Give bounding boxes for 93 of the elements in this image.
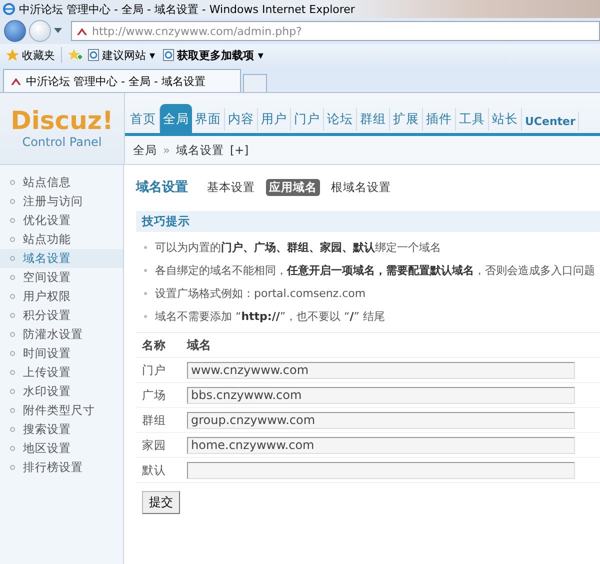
bullet-icon xyxy=(10,180,15,185)
row-label: 门户 xyxy=(142,362,167,378)
browser-tab[interactable]: 中沂论坛 管理中心 - 全局 - 域名设置 xyxy=(3,69,241,92)
sidebar-item[interactable]: 上传设置 xyxy=(0,363,123,382)
add-favorite-icon[interactable] xyxy=(68,48,82,62)
site-logo-icon xyxy=(10,76,22,86)
tip-text: 各自绑定的域名不能相同，任意开启一项域名，需要配置默认域名，否则会造成多入口问题 xyxy=(155,263,595,278)
address-field[interactable]: http://www.cnzywww.com/admin.php? xyxy=(71,21,600,41)
nav-tab[interactable]: UCenter xyxy=(522,112,580,131)
bullet-icon xyxy=(10,199,15,204)
favorites-link[interactable]: 获取更多加载项 ▾ xyxy=(163,48,264,62)
bullet-icon xyxy=(144,269,147,272)
window-title: 中沂论坛 管理中心 - 全局 - 域名设置 - Windows Internet Explorer xyxy=(19,2,355,16)
favorites-button[interactable]: 收藏夹 xyxy=(6,48,55,62)
nav-tab[interactable]: 插件 xyxy=(423,108,456,131)
browser-logo-icon xyxy=(3,3,15,15)
back-button[interactable] xyxy=(4,20,26,42)
sidebar-item[interactable]: 附件类型尺寸 xyxy=(0,401,123,420)
new-tab-button[interactable] xyxy=(243,74,267,92)
nav-tab[interactable]: 站长 xyxy=(489,108,522,131)
bullet-icon xyxy=(10,465,15,470)
sub-tab[interactable]: 根域名设置 xyxy=(328,178,394,196)
sidebar-item[interactable]: 搜索设置 xyxy=(0,420,123,439)
submit-button[interactable]: 提交 xyxy=(142,491,180,514)
bullet-icon xyxy=(10,313,15,318)
bullet-icon xyxy=(10,332,15,337)
nav-tab[interactable]: 扩展 xyxy=(390,108,423,131)
breadcrumb-link[interactable]: 域名设置 xyxy=(176,142,224,158)
bullet-icon xyxy=(10,427,15,432)
sub-tab[interactable]: 应用域名 xyxy=(266,178,320,196)
domain-field[interactable]: home.cnzywww.com xyxy=(187,436,575,454)
sidebar-item[interactable]: 优化设置 xyxy=(0,211,123,230)
sidebar-item[interactable]: 域名设置 xyxy=(0,249,123,268)
sidebar-item[interactable]: 水印设置 xyxy=(0,382,123,401)
page-icon xyxy=(88,49,99,61)
page-icon xyxy=(163,49,174,61)
nav-tab[interactable]: 门户 xyxy=(291,108,324,131)
nav-tab[interactable]: 论坛 xyxy=(324,108,357,131)
bullet-icon xyxy=(10,237,15,242)
add-shortcut-link[interactable]: [+] xyxy=(230,143,249,157)
sidebar-item[interactable]: 地区设置 xyxy=(0,439,123,458)
sidebar-item[interactable]: 站点功能 xyxy=(0,230,123,249)
sidebar-item[interactable]: 注册与访问 xyxy=(0,192,123,211)
nav-tab[interactable]: 内容 xyxy=(225,108,258,131)
favorites-link[interactable]: 建议网站 ▾ xyxy=(88,48,156,62)
dropdown-caret-icon[interactable] xyxy=(54,28,62,34)
column-header: 域名 xyxy=(187,336,211,354)
domain-field[interactable]: group.cnzywww.com xyxy=(187,412,575,428)
bullet-icon xyxy=(10,389,15,394)
tip-text: 设置广场格式例如：portal.comsenz.com xyxy=(155,286,366,301)
nav-tab[interactable]: 群组 xyxy=(357,108,390,131)
bullet-icon xyxy=(10,408,15,413)
star-icon xyxy=(6,48,19,62)
bullet-icon xyxy=(10,446,15,451)
sidebar-item[interactable]: 排行榜设置 xyxy=(0,458,123,477)
nav-tab[interactable]: 全局 xyxy=(160,104,192,133)
bullet-icon xyxy=(10,275,15,280)
sidebar-item[interactable]: 站点信息 xyxy=(0,173,123,192)
domain-field[interactable] xyxy=(187,462,575,478)
logo-subtitle: Control Panel xyxy=(22,135,102,149)
tip-text: 域名不需要添加 “http://”，也不要以 “/” 结尾 xyxy=(155,309,385,324)
nav-tab[interactable]: 界面 xyxy=(192,108,225,131)
bullet-icon xyxy=(144,315,147,318)
bullet-icon xyxy=(10,218,15,223)
sidebar-item[interactable]: 时间设置 xyxy=(0,344,123,363)
row-label: 广场 xyxy=(142,388,167,402)
bullet-icon xyxy=(10,370,15,375)
bullet-icon xyxy=(144,292,147,295)
nav-tab[interactable]: 用户 xyxy=(258,108,291,131)
tips-header: 技巧提示 xyxy=(136,211,600,232)
nav-tab[interactable]: 工具 xyxy=(456,108,489,131)
domain-field[interactable]: bbs.cnzywww.com xyxy=(187,386,575,404)
sidebar-item[interactable]: 用户权限 xyxy=(0,287,123,306)
breadcrumb-separator: » xyxy=(163,143,170,157)
breadcrumb-link[interactable]: 全局 xyxy=(133,142,157,158)
sidebar-item[interactable]: 防灌水设置 xyxy=(0,325,123,344)
sub-tab[interactable]: 基本设置 xyxy=(204,178,258,196)
sidebar-item[interactable]: 空间设置 xyxy=(0,268,123,287)
bullet-icon xyxy=(10,294,15,299)
row-label: 群组 xyxy=(142,412,167,428)
page-title: 域名设置 xyxy=(136,179,188,196)
logo: Discuz! xyxy=(10,108,114,133)
bullet-icon xyxy=(144,246,147,249)
site-logo-icon xyxy=(76,26,88,36)
bullet-icon xyxy=(10,351,15,356)
forward-button[interactable] xyxy=(29,20,51,42)
row-label: 家园 xyxy=(142,438,167,452)
sidebar-item[interactable]: 积分设置 xyxy=(0,306,123,325)
bullet-icon xyxy=(10,256,15,261)
domain-field[interactable]: www.cnzywww.com xyxy=(187,362,575,378)
tip-text: 可以为内置的门户、广场、群组、家园、默认绑定一个域名 xyxy=(155,240,441,255)
row-label: 默认 xyxy=(142,462,167,478)
column-header: 名称 xyxy=(142,338,167,352)
